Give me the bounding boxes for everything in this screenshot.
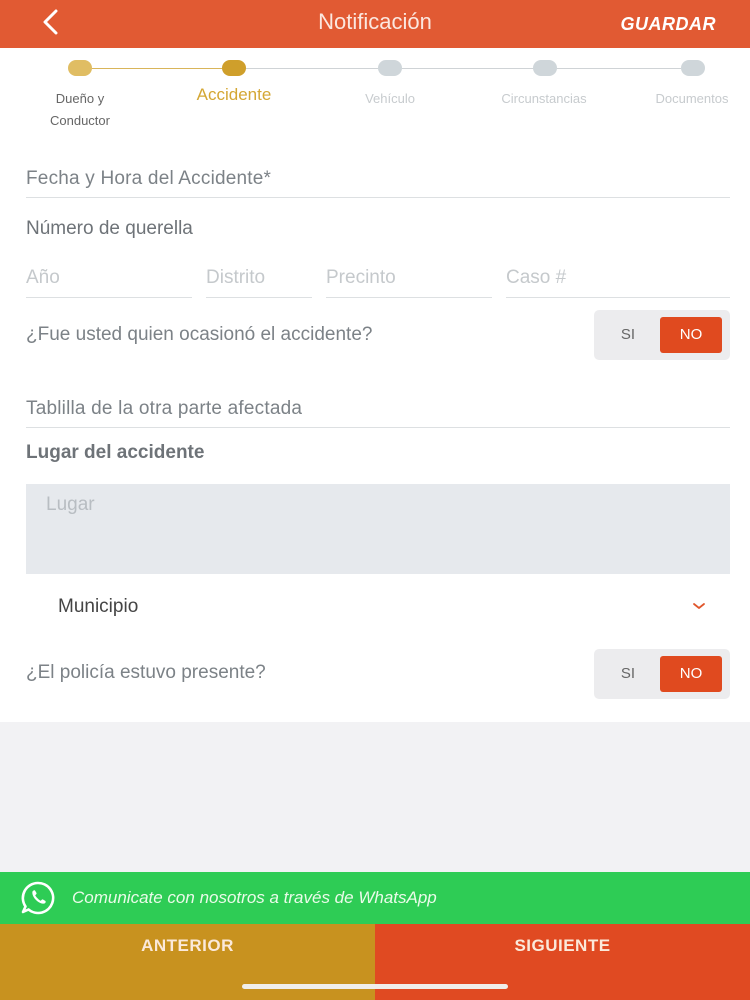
divider — [26, 427, 730, 428]
precinto-input[interactable]: Precinto — [326, 267, 490, 297]
municipio-label: Municipio — [58, 596, 139, 617]
step-label-vehiculo: Vehículo — [365, 91, 415, 106]
lugar-textarea[interactable]: Lugar — [26, 484, 730, 574]
step-connector — [246, 68, 378, 69]
step-dot-circunstancias[interactable] — [533, 60, 557, 76]
divider — [26, 197, 730, 198]
municipio-select[interactable]: Municipio — [26, 586, 730, 630]
caso-input[interactable]: Caso # — [506, 267, 730, 297]
chevron-down-icon — [692, 598, 706, 616]
step-dot-accidente[interactable] — [222, 60, 246, 76]
progress-stepper: Dueño y Conductor Accidente Vehículo Cir… — [0, 48, 750, 138]
step-dot-vehiculo[interactable] — [378, 60, 402, 76]
distrito-input[interactable]: Distrito — [206, 267, 312, 297]
divider — [26, 297, 192, 298]
lugar-heading: Lugar del accidente — [26, 442, 205, 463]
step-connector — [402, 68, 534, 69]
tablilla-input[interactable]: Tablilla de la otra parte afectada — [26, 398, 730, 428]
lugar-placeholder: Lugar — [46, 494, 95, 515]
policia-question: ¿El policía estuvo presente? — [26, 662, 266, 683]
divider — [326, 297, 492, 298]
step-label-dueno: Dueño y Conductor — [50, 91, 110, 128]
save-button[interactable]: GUARDAR — [621, 0, 717, 48]
step-label-circunstancias: Circunstancias — [501, 91, 587, 106]
ocasiono-question: ¿Fue usted quien ocasionó el accidente? — [26, 324, 373, 345]
ocasiono-toggle: SI NO — [594, 310, 730, 360]
whatsapp-text: Comunicate con nosotros a través de What… — [72, 888, 437, 907]
querella-label: Número de querella — [26, 218, 193, 239]
step-dot-dueno[interactable] — [68, 60, 92, 76]
home-indicator[interactable] — [242, 984, 508, 989]
step-connector — [92, 68, 222, 69]
step-connector — [557, 68, 681, 69]
divider — [206, 297, 312, 298]
ocasiono-no-option[interactable]: NO — [660, 317, 722, 353]
whatsapp-icon — [18, 878, 58, 918]
step-label-documentos: Documentos — [655, 91, 729, 106]
ocasiono-si-option[interactable]: SI — [602, 310, 654, 360]
chevron-left-icon — [40, 9, 60, 40]
policia-toggle: SI NO — [594, 649, 730, 699]
fecha-hora-field[interactable]: Fecha y Hora del Accidente* — [26, 168, 730, 198]
anio-input[interactable]: Año — [26, 267, 190, 297]
divider — [506, 297, 730, 298]
form-content: Dueño y Conductor Accidente Vehículo Cir… — [0, 48, 750, 722]
whatsapp-contact-bar[interactable]: Comunicate con nosotros a través de What… — [0, 872, 750, 924]
policia-no-option[interactable]: NO — [660, 656, 722, 692]
app-header: Notificación GUARDAR — [0, 0, 750, 48]
step-dot-documentos[interactable] — [681, 60, 705, 76]
back-button[interactable] — [30, 6, 70, 42]
step-label-accidente: Accidente — [196, 85, 272, 104]
policia-si-option[interactable]: SI — [602, 649, 654, 699]
